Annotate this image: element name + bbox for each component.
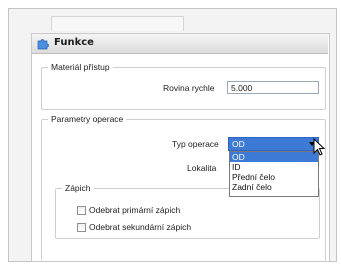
operation-type-select[interactable]: OD (228, 137, 319, 151)
speed-label: Rovina rychle (163, 83, 215, 93)
background-tab (51, 16, 184, 31)
option-id[interactable]: ID (230, 162, 318, 172)
locality-label: Lokalita (187, 163, 217, 173)
option-rear-face[interactable]: Zadní čelo (230, 182, 318, 192)
mouse-cursor-icon (313, 138, 326, 156)
operation-group-legend: Parametry operace (51, 114, 124, 124)
speed-input[interactable]: 5.000 (227, 81, 319, 94)
remove-secondary-checkbox[interactable] (77, 223, 86, 232)
operation-type-value: OD (232, 139, 245, 149)
insertion-group-legend: Zápich (65, 183, 91, 193)
material-group-legend: Materiál přístup (51, 62, 110, 72)
operation-type-dropdown: OD ID Přední čelo Zadní čelo (229, 151, 319, 197)
option-od[interactable]: OD (230, 152, 318, 162)
option-front-face[interactable]: Přední čelo (230, 172, 318, 182)
puzzle-icon (37, 39, 49, 50)
remove-primary-checkbox[interactable] (77, 206, 86, 215)
dialog-title: Funkce (54, 37, 94, 48)
remove-secondary-label[interactable]: Odebrat sekundární zápich (89, 222, 191, 232)
operation-type-label: Typ operace (172, 139, 219, 149)
remove-primary-label[interactable]: Odebrat primární zápich (89, 205, 180, 215)
